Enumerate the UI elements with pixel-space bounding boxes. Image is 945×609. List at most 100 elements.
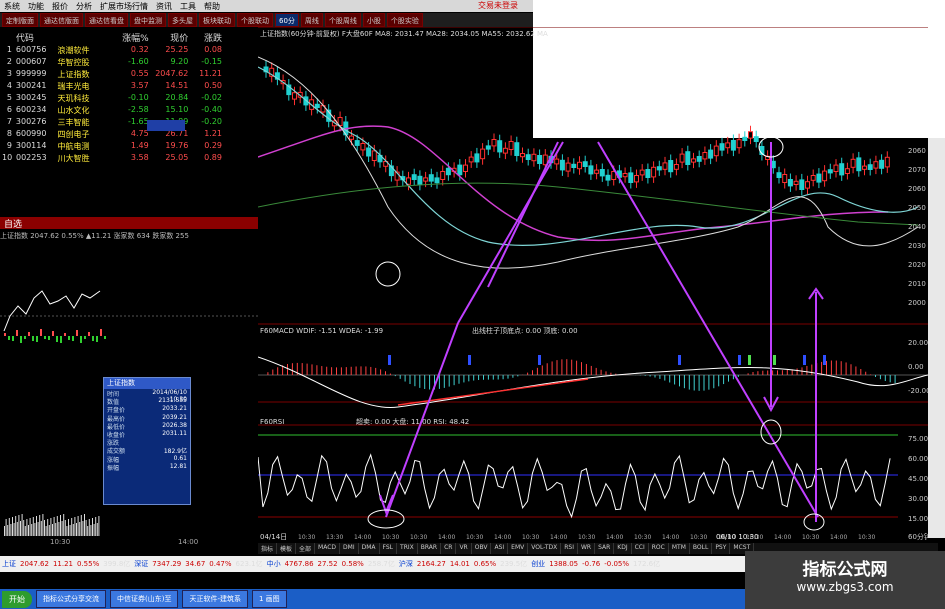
layout-tab[interactable]: 通达信版面 [40,13,83,27]
header-code[interactable]: 代码 [12,31,58,44]
indicator-tab[interactable]: MTM [669,543,690,554]
layout-tab[interactable]: 通达信看盘 [85,13,128,27]
layout-tab[interactable]: 小股 [362,13,385,27]
stock-row[interactable]: 9 300114 中航电测 1.49 19.76 0.29 [2,141,222,153]
menu-item[interactable]: 报价 [52,1,68,12]
indicator-tab[interactable]: VR [456,543,472,554]
info-key: 最低价 [107,423,126,431]
indicator-tab[interactable]: MACD [315,543,341,554]
layout-tab[interactable]: 定制版面 [2,13,38,27]
y-axis-label: 2060 [908,147,926,155]
mini-chart-header: 上证指数 2047.62 0.55% ▲11.21 涨家数 634 跌家数 25… [0,232,189,240]
x-axis-label: 14:00 [550,534,567,541]
menu-item[interactable]: 扩展市场行情 [100,1,148,12]
stock-pct: -0.10 [127,93,149,102]
x-axis-label: 10:30 [746,534,763,541]
macd-axis-label: 0.00 [908,363,924,371]
menu-item[interactable]: 功能 [28,1,44,12]
status-index-pct: 0.58% [341,560,364,568]
indicator-tab[interactable]: OBV [472,543,492,554]
layout-tab[interactable]: 个股周线 [324,13,361,27]
layout-tab[interactable]: 个股联动 [237,13,273,27]
layout-tab[interactable]: 盘中监测 [130,13,166,27]
layout-tab[interactable]: 多头屋 [168,13,197,27]
mini-volume-bottom [90,525,92,536]
indicator-tab[interactable]: VOL-TDX [528,543,562,554]
layout-tab[interactable]: 个股实验 [386,13,423,27]
mini-volume-bar [64,333,66,336]
indicator-tab[interactable]: ASI [491,543,509,554]
mini-volume-bottom [60,515,61,536]
mini-volume-bar [36,336,38,342]
layout-tab[interactable]: 周线 [300,13,323,27]
candle-body [428,174,434,182]
stock-row[interactable]: 2 000607 华智控股 -1.60 9.20 -0.15 [2,57,222,69]
layout-tab[interactable]: 60分 [275,13,299,27]
x-axis-label: 10:30 [298,534,315,541]
indicator-tab[interactable]: BRAR [418,543,442,554]
status-index-amount: 399.8亿 [103,560,131,568]
indicator-tab[interactable]: 全部 [296,543,316,554]
panel-title[interactable]: 自选 [0,217,258,230]
indicator-tab[interactable]: EMV [508,543,529,554]
start-button[interactable]: 开始 [2,590,32,608]
menu-item[interactable]: 工具 [180,1,196,12]
mini-volume-bottom [31,524,33,536]
taskbar-item[interactable]: 指标公式分享交流 [36,590,106,608]
indicator-tab[interactable]: BOLL [690,543,713,554]
stock-row[interactable]: 7300276三丰智能-1.6511.89-0.20 [2,117,222,129]
candle-body [525,154,531,160]
menu-item[interactable]: 系统 [4,1,20,12]
indicator-tab[interactable]: DMI [340,543,359,554]
indicator-tab[interactable]: FSL [380,543,398,554]
row-index: 7 [6,117,12,126]
rsi-axis-label: 30.00 [908,495,928,503]
indicator-tab[interactable]: TRIX [397,543,418,554]
stock-price: 2047.62 [155,69,189,78]
menu-item[interactable]: 资讯 [156,1,172,12]
stock-row[interactable]: 10 002253 川大智胜 3.58 25.05 0.89 [2,153,222,165]
header-change[interactable]: 涨跌 [188,31,222,44]
indicator-tab[interactable]: SAR [595,543,615,554]
stock-row[interactable]: 5 300245 天玑科技 -0.10 20.84 -0.02 [2,93,222,105]
info-tooltip[interactable]: 上证指数 时间 2014/06/10 10:30 数值 2131.555 开盘价 2033… [103,377,191,505]
right-toolbar[interactable] [928,138,945,538]
selected-cell [147,120,185,131]
indicator-tab[interactable]: KDJ [614,543,632,554]
mini-volume-bottom [64,520,66,536]
menu-item[interactable]: 帮助 [204,1,220,12]
indicator-tab[interactable]: 模板 [277,543,297,554]
stock-name: 四创电子 [57,130,90,139]
stock-row[interactable]: 1 600756 浪潮软件 0.32 25.25 0.08 [2,45,222,57]
stock-row[interactable]: 3 999999 上证指数 0.55 2047.62 11.21 [2,69,222,81]
taskbar-item[interactable]: 1 画图 [252,590,287,608]
indicator-tab[interactable]: RSI [561,543,578,554]
candle-body [736,139,742,149]
watermark-url: www.zbgs3.com [796,580,894,594]
stock-row[interactable]: 4 300241 瑞丰光电 3.57 14.51 0.50 [2,81,222,93]
info-row: 收盘价 2031.11 [104,430,190,439]
indicator-tab[interactable]: 指标 [258,543,278,554]
stock-name: 上证指数 [57,70,90,79]
indicator-tab[interactable]: CCI [632,543,649,554]
header-price[interactable]: 现价 [149,31,188,44]
stock-price: 19.76 [165,141,189,150]
indicator-tab[interactable]: DMA [359,543,380,554]
header-pct[interactable]: 涨幅% [109,31,149,44]
indicator-tab[interactable]: PSY [712,543,731,554]
indicator-tab[interactable]: WR [578,543,596,554]
stock-name: 三丰智能 [57,118,90,127]
indicator-tab[interactable]: CR [441,543,457,554]
stock-row[interactable]: 6 600234 山水文化 -2.58 15.10 -0.40 [2,105,222,117]
candle-body [491,139,497,147]
indicator-tab[interactable]: ROC [649,543,669,554]
stock-row[interactable]: 8 600990 四创电子 4.75 26.71 1.21 [2,129,222,141]
menu-item[interactable]: 分析 [76,1,92,12]
stock-name: 华智控股 [57,58,90,67]
main-kline-chart[interactable]: 上证指数(60分钟·前复权) F大盘60F MA8: 2031.47 MA28:… [258,27,928,557]
layout-tab[interactable]: 板块联动 [199,13,235,27]
taskbar-item[interactable]: 中信证券(山东)至 [110,590,179,608]
mini-volume-bar [96,336,98,342]
taskbar-item[interactable]: 天正软件-建筑系 [182,590,248,608]
login-status[interactable]: 交易未登录 [478,0,533,12]
